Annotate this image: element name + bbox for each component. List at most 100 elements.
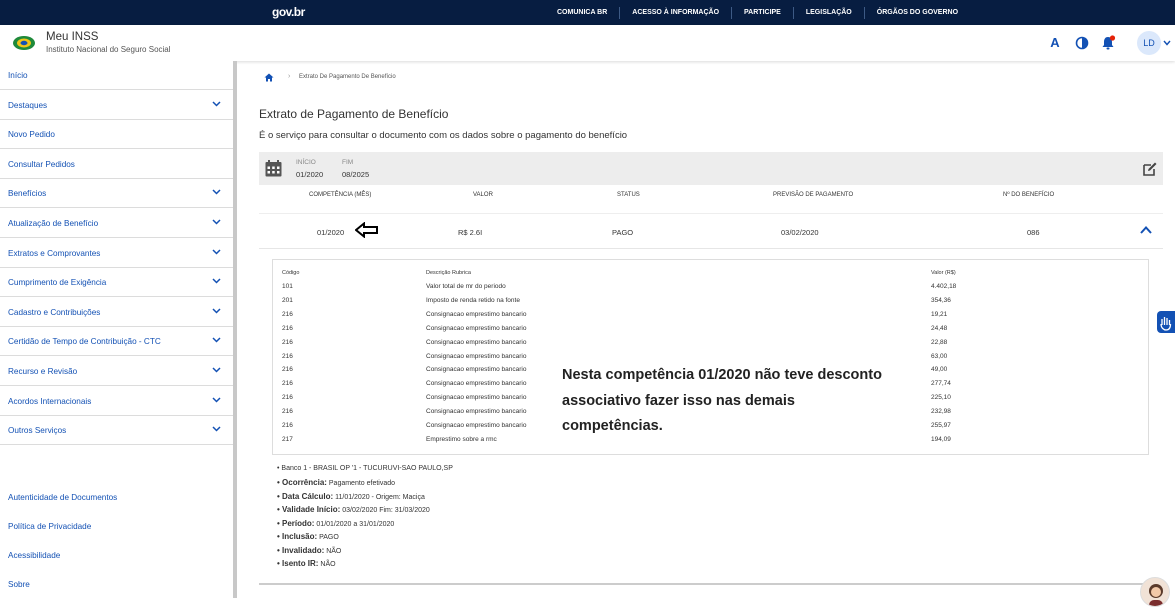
gov-link-participe[interactable]: PARTICIPE <box>731 6 793 19</box>
sidebar-item[interactable]: Cadastro e Contribuições <box>0 298 233 327</box>
detail-cell-code: 216 <box>282 324 293 332</box>
col-header-beneficio: Nº DO BENEFÍCIO <box>1003 192 1055 198</box>
sidebar-item[interactable]: Atualização de Benefício <box>0 209 233 238</box>
detail-cell-value: 255,97 <box>931 422 951 429</box>
divider <box>259 583 1163 585</box>
detail-cell-code: 216 <box>282 310 293 318</box>
breadcrumb-current: Extrato De Pagamento De Benefício <box>299 74 396 80</box>
detail-cell-code: 216 <box>282 408 293 416</box>
gov-link-orgaos[interactable]: ÓRGÃOS DO GOVERNO <box>863 6 970 19</box>
calendar-icon[interactable] <box>265 160 282 177</box>
sidebar-scrollbar[interactable] <box>233 61 237 598</box>
chevron-down-icon[interactable] <box>212 367 221 373</box>
col-header-status: STATUS <box>617 192 640 198</box>
edit-icon[interactable] <box>1142 161 1158 177</box>
inss-logo-icon[interactable] <box>12 34 36 52</box>
detail-cell-desc: Consignacao emprestimo bancario <box>426 310 527 318</box>
sidebar: Início Destaques Novo Pedido Consultar Pedi… <box>0 61 233 598</box>
sidebar-item-label: Início <box>8 71 28 80</box>
app-subtitle: Instituto Nacional do Seguro Social <box>46 45 171 54</box>
sidebar-item[interactable]: Acordos Internacionais <box>0 387 233 416</box>
contrast-icon[interactable] <box>1074 35 1090 51</box>
info-value: PAGO <box>317 534 339 541</box>
gov-link-legislacao[interactable]: LEGISLAÇÃO <box>792 6 864 19</box>
sidebar-item[interactable]: Certidão de Tempo de Contribuição - CTC <box>0 327 233 357</box>
sidebar-item-label: Destaques <box>8 100 48 110</box>
sidebar-item-label: Cadastro e Contribuições <box>8 307 101 317</box>
chevron-down-icon[interactable] <box>212 278 221 284</box>
gov-links: COMUNICA BR ACESSO À INFORMAÇÃO PARTICIP… <box>545 0 970 25</box>
sidebar-footer-link[interactable]: Sobre <box>8 580 30 589</box>
detail-cell-desc: Consignacao emprestimo bancario <box>426 338 527 346</box>
sidebar-footer-link[interactable]: Acessibilidade <box>8 551 60 560</box>
info-value: 01/01/2020 a 31/01/2020 <box>314 520 395 528</box>
sidebar-item-label: Outros Serviços <box>8 426 67 436</box>
detail-cell-value: 4.402,18 <box>931 283 957 290</box>
detail-header-valor: Valor (R$) <box>931 270 956 276</box>
sidebar-item[interactable]: Destaques <box>0 91 233 120</box>
cell-previsao: 03/02/2020 <box>781 228 819 237</box>
vlibras-hand-icon[interactable] <box>1157 311 1175 333</box>
chevron-down-icon[interactable] <box>212 249 221 255</box>
home-icon[interactable] <box>264 73 274 82</box>
chevron-down-icon[interactable] <box>1163 40 1171 46</box>
assistant-avatar[interactable] <box>1140 577 1170 607</box>
sidebar-item[interactable]: Outros Serviços <box>0 416 233 446</box>
sidebar-item-label: Extratos e Comprovantes <box>8 248 101 258</box>
page-title: Extrato de Pagamento de Benefício <box>259 107 449 121</box>
detail-cell-code: 216 <box>282 422 293 429</box>
sidebar-item[interactable]: Novo Pedido <box>0 120 233 150</box>
govbr-logo[interactable]: gov.br <box>272 5 305 19</box>
info-line: • Data Cálculo: 11/01/2020 - Origem: Mac… <box>277 492 425 501</box>
chevron-up-icon[interactable] <box>1140 226 1152 234</box>
sidebar-item[interactable]: Extratos e Comprovantes <box>0 239 233 268</box>
sidebar-item[interactable]: Consultar Pedidos <box>0 150 233 179</box>
detail-cell-value: 24,48 <box>931 324 948 332</box>
detail-cell-value: 277,74 <box>931 380 951 388</box>
info-label: • Data Cálculo: <box>277 491 334 501</box>
col-header-previsao: PREVISÃO DE PAGAMENTO <box>773 192 854 198</box>
sidebar-item-label: Cumprimento de Exigência <box>8 278 107 288</box>
info-label: • Ocorrência: <box>277 478 327 487</box>
sidebar-item[interactable]: Início <box>0 61 233 90</box>
chevron-down-icon[interactable] <box>212 308 221 314</box>
gov-link-acesso[interactable]: ACESSO À INFORMAÇÃO <box>619 6 731 19</box>
sidebar-item-label: Acordos Internacionais <box>8 396 92 406</box>
sidebar-footer-link[interactable]: Política de Privacidade <box>8 522 91 531</box>
chevron-down-icon[interactable] <box>212 219 221 225</box>
info-line: • Inclusão: PAGO <box>277 532 339 541</box>
detail-cell-desc: Consignacao emprestimo bancario <box>426 422 527 429</box>
sidebar-item[interactable]: Recurso e Revisão <box>0 357 233 386</box>
detail-header-codigo: Código <box>282 270 300 276</box>
detail-cell-desc: Consignacao emprestimo bancario <box>426 394 527 402</box>
detail-cell-value: 232,98 <box>931 408 951 416</box>
detail-cell-code: 101 <box>282 283 293 290</box>
chevron-down-icon[interactable] <box>212 189 221 195</box>
chevron-down-icon[interactable] <box>212 426 221 432</box>
bell-icon[interactable] <box>1100 35 1116 51</box>
font-size-icon[interactable]: A <box>1047 35 1063 51</box>
info-label: • Inclusão: <box>277 532 318 541</box>
chevron-down-icon[interactable] <box>212 101 221 107</box>
info-value: 11/01/2020 - Origem: Maciça <box>333 493 425 501</box>
sidebar-footer-link[interactable]: Autenticidade de Documentos <box>8 493 117 502</box>
sidebar-item[interactable]: Cumprimento de Exigência <box>0 268 233 298</box>
chevron-down-icon[interactable] <box>212 337 221 343</box>
chevron-down-icon[interactable] <box>212 397 221 403</box>
info-value: Pagamento efetivado <box>326 480 396 487</box>
avatar[interactable]: LD <box>1137 31 1161 55</box>
app-title: Meu INSS <box>46 31 99 43</box>
sidebar-item[interactable]: Benefícios <box>0 179 233 209</box>
detail-cell-desc: Consignacao emprestimo bancario <box>426 324 527 332</box>
gov-link-comunica[interactable]: COMUNICA BR <box>545 7 619 19</box>
detail-cell-code: 216 <box>282 352 293 360</box>
sidebar-item-label: Recurso e Revisão <box>8 367 78 376</box>
sidebar-item-label: Consultar Pedidos <box>8 159 75 169</box>
start-value: 01/2020 <box>296 170 324 179</box>
col-header-competencia: COMPETÊNCIA (MÊS) <box>309 192 372 198</box>
end-value: 08/2025 <box>342 170 370 179</box>
detail-cell-value: 22,88 <box>931 338 948 346</box>
user-menu[interactable]: LD <box>1135 31 1171 55</box>
detail-cell-value: 354,36 <box>931 296 951 304</box>
detail-cell-desc: Valor total de mr do periodo <box>426 283 506 290</box>
